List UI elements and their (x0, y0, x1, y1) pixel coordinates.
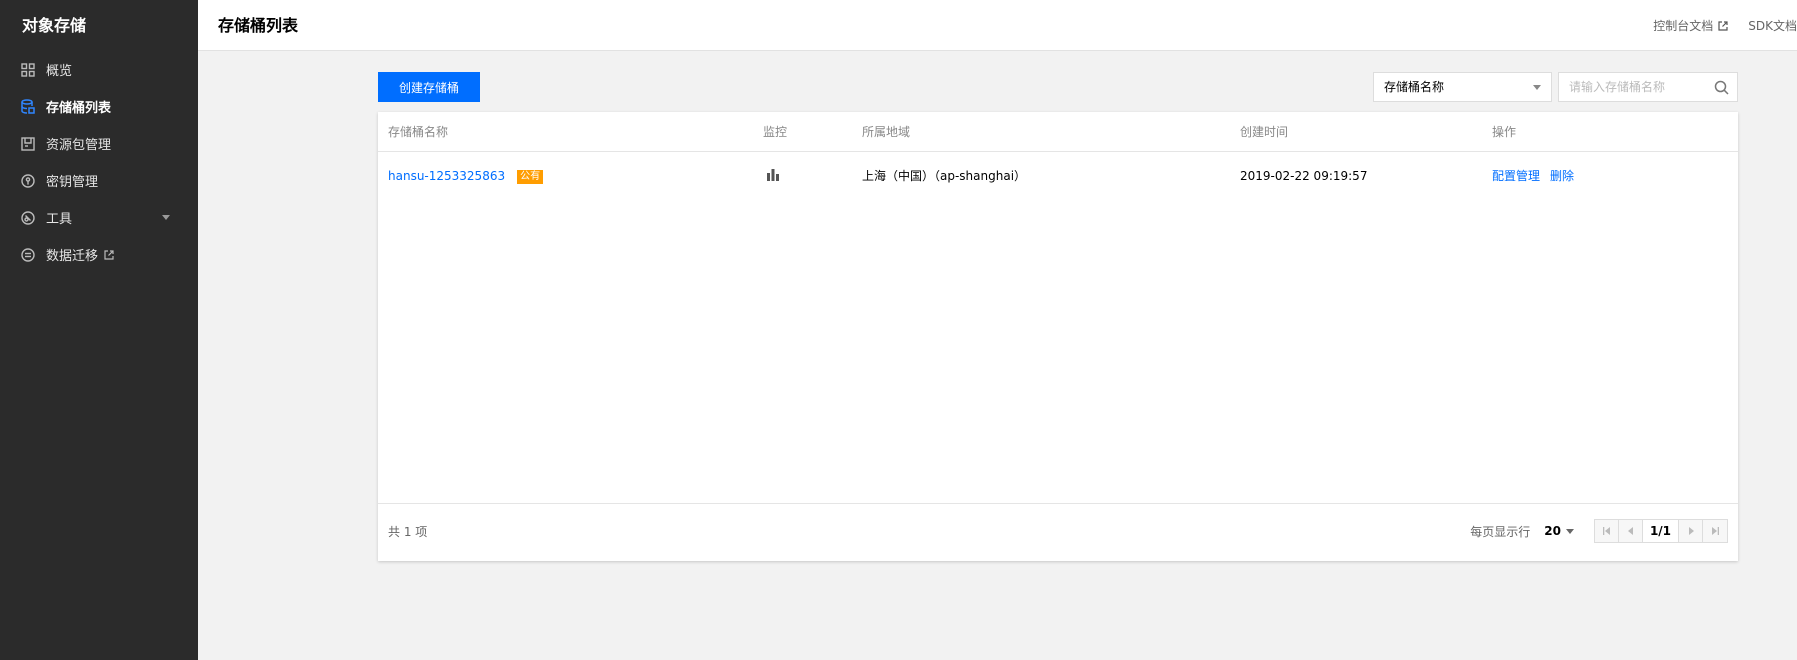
external-link-icon (1718, 20, 1728, 31)
per-page-label: 每页显示行 (1470, 524, 1531, 539)
bucket-table: 存储桶名称 监控 所属地域 创建时间 操作 hansu-1253325863 公有… (378, 112, 1738, 561)
sdk-docs-link[interactable]: SDK文档 (1748, 17, 1797, 34)
sidebar-item-label: 密钥管理 (46, 175, 99, 190)
key-icon (20, 173, 36, 189)
bucket-list-icon (20, 99, 36, 115)
sidebar-item-label: 资源包管理 (46, 138, 112, 153)
search-icon[interactable] (1714, 80, 1729, 98)
sidebar-item-key-management[interactable]: 密钥管理 (0, 162, 198, 199)
chevron-down-icon (1533, 85, 1541, 90)
total-count: 共 1 项 (388, 525, 428, 539)
sidebar-item-label: 存储桶列表 (46, 101, 112, 116)
sidebar-item-data-migration[interactable]: 数据迁移 (0, 236, 198, 273)
created-time-cell: 2019-02-22 09:19:57 (1240, 169, 1368, 183)
prev-page-button[interactable] (1619, 520, 1643, 542)
tools-icon (20, 210, 36, 226)
external-link-icon (104, 249, 114, 260)
header-links: 控制台文档 SDK文档 (1633, 0, 1797, 51)
search-box (1558, 72, 1738, 102)
sidebar-item-label: 工具 (46, 212, 73, 227)
overview-grid-icon (20, 62, 36, 78)
column-header-name: 存储桶名称 (388, 125, 449, 139)
column-header-created: 创建时间 (1240, 125, 1289, 139)
sidebar-item-resource-package[interactable]: 资源包管理 (0, 125, 198, 162)
current-page: 1/1 (1643, 520, 1679, 542)
first-page-button[interactable] (1595, 520, 1619, 542)
config-manage-link[interactable]: 配置管理 (1492, 169, 1540, 183)
console-docs-link[interactable]: 控制台文档 (1653, 17, 1728, 34)
console-docs-label: 控制台文档 (1653, 19, 1714, 33)
last-page-button[interactable] (1703, 520, 1727, 542)
page-title: 存储桶列表 (218, 16, 299, 35)
last-page-icon (1712, 527, 1719, 535)
top-header: 存储桶列表 控制台文档 SDK文档 (198, 0, 1797, 51)
per-page-select[interactable]: 20 (1544, 524, 1574, 538)
monitor-cell (766, 152, 780, 201)
sidebar-item-label: 概览 (46, 64, 73, 79)
column-header-monitor: 监控 (763, 125, 788, 139)
next-page-icon (1688, 527, 1694, 535)
table-header: 存储桶名称 监控 所属地域 创建时间 操作 (378, 112, 1738, 152)
prev-page-icon (1627, 527, 1633, 535)
sdk-docs-label: SDK文档 (1748, 19, 1797, 33)
sidebar-item-bucket-list[interactable]: 存储桶列表 (0, 88, 198, 125)
sidebar-brand: 对象存储 (22, 16, 87, 35)
first-page-icon (1602, 527, 1610, 535)
filter-field-select[interactable]: 存储桶名称 (1373, 72, 1552, 102)
per-page-value: 20 (1544, 524, 1561, 538)
sidebar-item-tools[interactable]: 工具 (0, 199, 198, 236)
column-header-region: 所属地域 (862, 125, 911, 139)
create-bucket-button[interactable]: 创建存储桶 (378, 72, 480, 102)
region-cell: 上海（中国）（ap-shanghai） (862, 169, 1027, 183)
sidebar-item-label: 数据迁移 (46, 249, 99, 264)
chevron-down-icon (162, 215, 170, 220)
sidebar: 对象存储 概览 存储桶列表 资源包管理 密钥管理 工具 数据迁移 (0, 0, 198, 660)
table-row: hansu-1253325863 公有 上海（中国）（ap-shanghai） 2… (378, 152, 1738, 200)
migration-icon (20, 247, 36, 263)
bucket-name-link[interactable]: hansu-1253325863 (388, 169, 505, 183)
chevron-down-icon (1566, 528, 1574, 534)
page-nav: 1/1 (1594, 519, 1728, 543)
next-page-button[interactable] (1679, 520, 1703, 542)
search-input[interactable] (1559, 73, 1704, 101)
resource-package-icon (20, 136, 36, 152)
bucket-name-cell: hansu-1253325863 公有 (388, 152, 544, 200)
filter-selected-value: 存储桶名称 (1384, 80, 1445, 94)
actions-cell: 配置管理 删除 (1492, 152, 1574, 200)
pagination: 每页显示行 20 1/1 (1470, 517, 1728, 545)
public-badge: 公有 (517, 169, 544, 184)
column-header-actions: 操作 (1492, 125, 1517, 139)
bar-chart-icon[interactable] (766, 153, 780, 201)
table-footer: 共 1 项 每页显示行 20 1/1 (378, 503, 1738, 561)
sidebar-item-overview[interactable]: 概览 (0, 51, 198, 88)
delete-link[interactable]: 删除 (1550, 169, 1574, 183)
